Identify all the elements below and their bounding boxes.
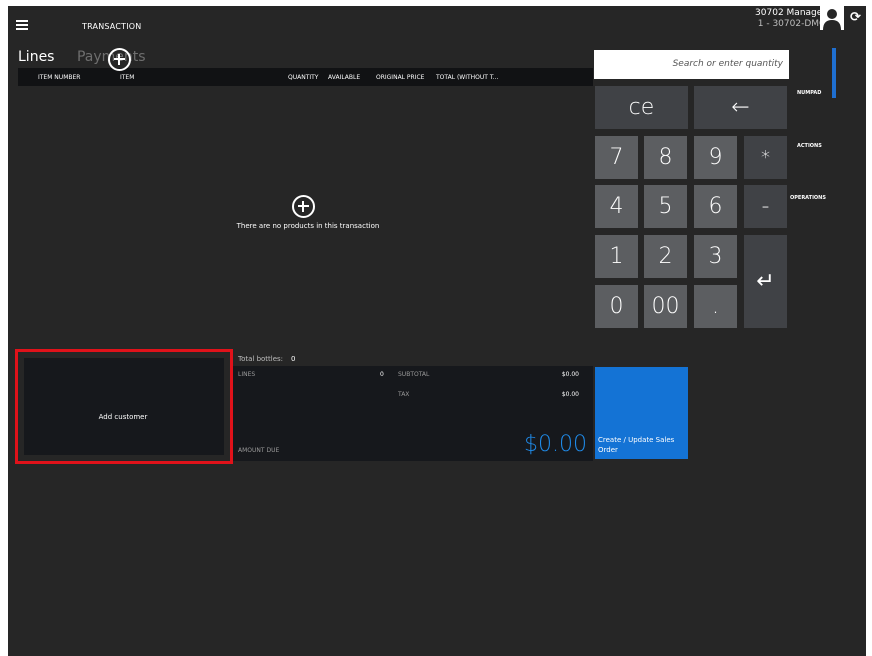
column-available[interactable]: AVAILABLE: [328, 74, 360, 81]
subtotal-value: $0.00: [561, 371, 579, 378]
user-id: 1 - 30702-DMG: [757, 19, 826, 29]
key-1[interactable]: 1: [595, 235, 638, 278]
user-icon: [823, 9, 841, 30]
create-update-sales-order-button[interactable]: Create / Update Sales Order: [595, 367, 688, 459]
key-00[interactable]: 00: [644, 285, 687, 328]
amount-due-label: AMOUNT DUE: [238, 447, 280, 454]
totals-panel: LINES 0 SUBTOTAL $0.00 TAX $0.00 AMOUNT …: [233, 366, 593, 461]
page-title: TRANSACTION: [82, 22, 142, 31]
tab-lines[interactable]: Lines: [18, 49, 54, 65]
bottles-value: 0: [291, 355, 296, 363]
column-original-price[interactable]: ORIGINAL PRICE: [376, 74, 424, 81]
amount-due-value: $0.00: [524, 432, 587, 457]
add-customer-button[interactable]: [24, 358, 224, 455]
search-input[interactable]: Search or enter quantity: [594, 50, 789, 79]
key-6[interactable]: 6: [694, 185, 737, 228]
user-name: 30702 Manager: [755, 8, 826, 18]
key-4[interactable]: 4: [595, 185, 638, 228]
side-tab-numpad[interactable]: NUMPAD: [797, 90, 821, 96]
add-customer-icon[interactable]: [108, 48, 131, 71]
minus-key[interactable]: -: [744, 185, 787, 228]
key-2[interactable]: 2: [644, 235, 687, 278]
column-item-number[interactable]: ITEM NUMBER: [38, 74, 80, 81]
tax-value: $0.00: [561, 391, 579, 398]
key-9[interactable]: 9: [694, 136, 737, 179]
add-customer-highlight: [15, 349, 233, 464]
empty-lines-message: There are no products in this transactio…: [236, 222, 380, 230]
menu-icon[interactable]: [16, 20, 28, 30]
avatar[interactable]: [820, 6, 844, 30]
total-bottles: Total bottles: 0: [238, 355, 296, 363]
user-info[interactable]: 30702 Manager 1 - 30702-DMG: [755, 8, 826, 30]
key-3[interactable]: 3: [694, 235, 737, 278]
column-item[interactable]: ITEM: [120, 74, 134, 81]
key-5[interactable]: 5: [644, 185, 687, 228]
enter-key[interactable]: ↵: [744, 235, 787, 328]
side-tab-operations[interactable]: OPERATIONS: [790, 195, 826, 201]
lines-label: LINES: [238, 371, 256, 378]
side-tab-actions[interactable]: ACTIONS: [797, 143, 822, 149]
add-product-icon[interactable]: [292, 195, 315, 218]
backspace-button[interactable]: ←: [694, 86, 787, 129]
refresh-icon[interactable]: ⟳: [850, 10, 861, 25]
pos-app: TRANSACTION 30702 Manager 1 - 30702-DMG …: [8, 6, 866, 656]
lines-value: 0: [380, 371, 384, 378]
lines-grid-header: ITEM NUMBER ITEM QUANTITY AVAILABLE ORIG…: [18, 68, 593, 86]
clear-entry-button[interactable]: ce: [595, 86, 688, 129]
multiply-key[interactable]: *: [744, 136, 787, 179]
bottles-label: Total bottles:: [238, 355, 284, 363]
key-7[interactable]: 7: [595, 136, 638, 179]
add-customer-label[interactable]: Add customer: [63, 413, 183, 421]
key-8[interactable]: 8: [644, 136, 687, 179]
tax-label: TAX: [398, 391, 410, 398]
subtotal-label: SUBTOTAL: [398, 371, 430, 378]
key-decimal[interactable]: .: [694, 285, 737, 328]
column-quantity[interactable]: QUANTITY: [288, 74, 318, 81]
key-0[interactable]: 0: [595, 285, 638, 328]
active-tab-indicator: [832, 48, 836, 98]
column-total[interactable]: TOTAL (WITHOUT T...: [436, 74, 499, 81]
